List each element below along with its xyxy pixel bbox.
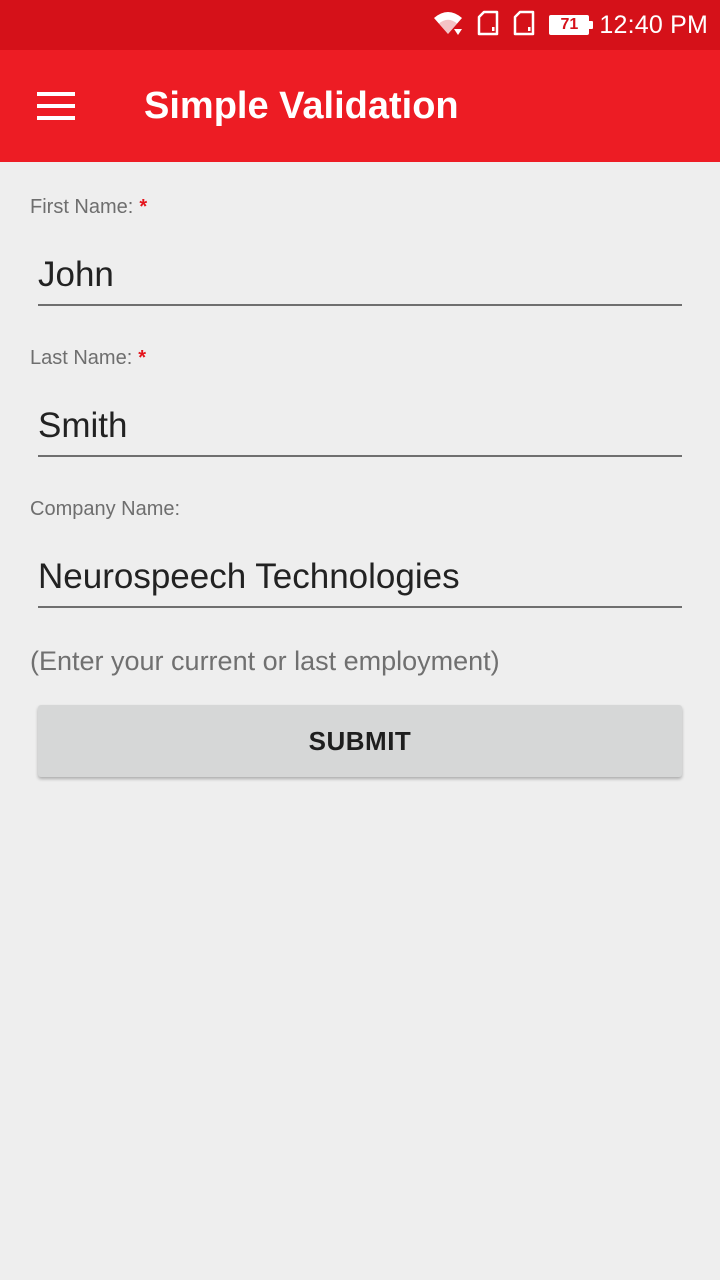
app-title: Simple Validation bbox=[144, 85, 459, 127]
submit-button[interactable]: SUBMIT bbox=[38, 705, 682, 777]
first-name-input[interactable] bbox=[38, 246, 682, 306]
battery-level: 71 bbox=[560, 16, 579, 33]
first-name-label: First Name: * bbox=[30, 196, 147, 219]
wifi-icon bbox=[433, 10, 463, 41]
last-name-required-marker: * bbox=[138, 347, 147, 369]
sim-card-1-icon bbox=[477, 10, 499, 41]
first-name-label-text: First Name: bbox=[30, 196, 134, 218]
status-icons: 71 12:40 PM bbox=[433, 0, 708, 50]
clock: 12:40 PM bbox=[599, 10, 708, 39]
company-name-input[interactable] bbox=[38, 548, 682, 608]
menu-button[interactable] bbox=[26, 78, 86, 134]
hamburger-menu-icon bbox=[37, 92, 75, 120]
company-name-label-text: Company Name: bbox=[30, 498, 181, 520]
last-name-input[interactable] bbox=[38, 397, 682, 457]
company-hint-text: (Enter your current or last employment) bbox=[30, 646, 500, 676]
sim-card-2-icon bbox=[513, 10, 535, 41]
first-name-required-marker: * bbox=[139, 196, 148, 218]
last-name-label: Last Name: * bbox=[30, 347, 146, 370]
company-name-label: Company Name: bbox=[30, 498, 180, 521]
last-name-label-text: Last Name: bbox=[30, 347, 133, 369]
app-bar: Simple Validation bbox=[0, 50, 720, 162]
battery-icon: 71 bbox=[549, 15, 594, 35]
status-bar: 71 12:40 PM bbox=[0, 0, 720, 50]
